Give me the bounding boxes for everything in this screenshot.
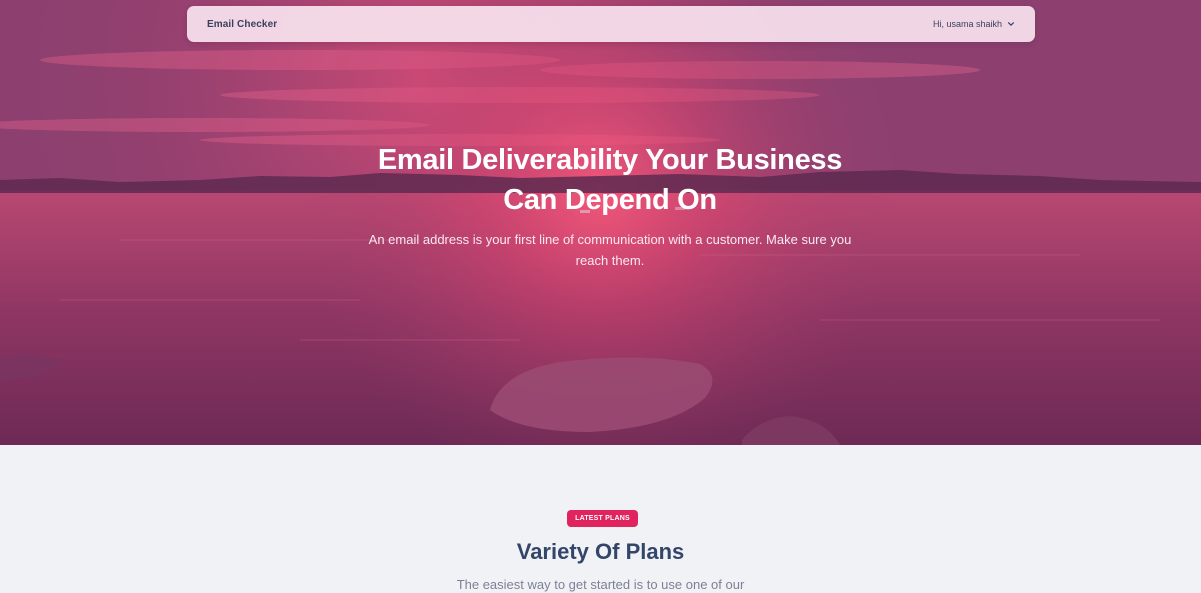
user-menu-dropdown[interactable]: Hi, usama shaikh — [933, 19, 1015, 29]
latest-plans-badge: LATEST PLANS — [567, 510, 638, 527]
hero-section: Email Checker Hi, usama shaikh Email Del… — [0, 0, 1201, 445]
sunset-lake-background-image — [0, 0, 1201, 445]
chevron-down-icon[interactable] — [1007, 20, 1015, 28]
hero-title: Email Deliverability Your Business Can D… — [300, 140, 920, 220]
user-greeting[interactable]: Hi, usama shaikh — [933, 19, 1002, 29]
hero-title-line-1: Email Deliverability Your Business — [377, 144, 843, 176]
plans-subtitle: The easiest way to get started is to use… — [456, 577, 745, 592]
hero-title-line-2: Can Depend On — [503, 184, 717, 216]
hero-subtitle: An email address is your first line of c… — [368, 232, 852, 268]
top-navbar: Email Checker Hi, usama shaikh — [187, 6, 1035, 42]
brand-logo-text[interactable]: Email Checker — [207, 19, 277, 30]
plans-title: Variety Of Plans — [516, 539, 685, 564]
